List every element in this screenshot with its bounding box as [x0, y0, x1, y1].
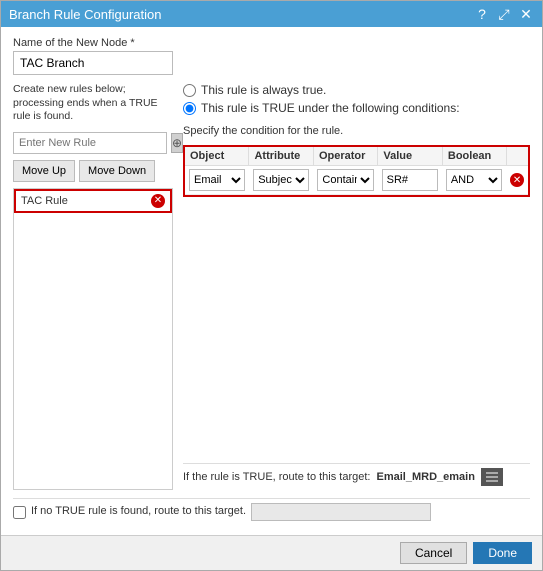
title-bar-icons: ? ⤢ ✕	[474, 6, 534, 22]
route-value: Email_MRD_emain	[377, 471, 475, 483]
dialog-body: Name of the New Node * Create new rules …	[1, 27, 542, 535]
dialog-footer: Cancel Done	[1, 535, 542, 570]
rules-section-label: Create new rules below; processing ends …	[13, 83, 173, 124]
attribute-select[interactable]: Subject	[253, 169, 309, 191]
dialog-title: Branch Rule Configuration	[9, 7, 161, 22]
boolean-select[interactable]: AND	[446, 169, 502, 191]
done-button[interactable]: Done	[473, 542, 532, 564]
object-select[interactable]: Email	[189, 169, 245, 191]
no-true-row: If no TRUE rule is found, route to this …	[13, 498, 530, 525]
radio-always-true: This rule is always true.	[183, 83, 530, 97]
col-operator: Operator	[314, 147, 378, 165]
route-label: If the rule is TRUE, route to this targe…	[183, 471, 371, 483]
table-header: Object Attribute Operator Value Boolean	[185, 147, 528, 166]
cell-value	[378, 166, 442, 194]
new-rule-input[interactable]	[13, 132, 167, 154]
col-value: Value	[378, 147, 442, 165]
cell-operator: Contains	[313, 166, 377, 194]
cell-object: Email	[185, 166, 249, 194]
value-input[interactable]	[382, 169, 438, 191]
condition-label: Specify the condition for the rule.	[183, 125, 530, 137]
expand-icon[interactable]: ⤢	[496, 6, 512, 22]
row-delete-button[interactable]: ✕	[510, 173, 524, 187]
conditions-table: Object Attribute Operator Value Boolean …	[183, 145, 530, 197]
node-name-label: Name of the New Node *	[13, 37, 530, 49]
no-true-checkbox[interactable]	[13, 506, 26, 519]
spacer	[183, 203, 530, 453]
no-true-label: If no TRUE rule is found, route to this …	[31, 505, 246, 517]
cell-attribute: Subject	[249, 166, 313, 194]
title-bar: Branch Rule Configuration ? ⤢ ✕	[1, 1, 542, 27]
radio-section: This rule is always true. This rule is T…	[183, 83, 530, 115]
route-row: If the rule is TRUE, route to this targe…	[183, 463, 530, 490]
route-icon-button[interactable]	[481, 468, 503, 486]
node-name-section: Name of the New Node *	[13, 37, 530, 75]
col-attribute: Attribute	[249, 147, 313, 165]
route-svg-icon	[486, 472, 498, 482]
cell-boolean: AND	[442, 166, 506, 194]
main-content: Create new rules below; processing ends …	[13, 83, 530, 490]
move-up-button[interactable]: Move Up	[13, 160, 75, 182]
col-object: Object	[185, 147, 249, 165]
node-name-input[interactable]	[13, 51, 173, 75]
add-rule-button[interactable]: ⊕	[171, 133, 183, 153]
cell-delete: ✕	[506, 170, 528, 190]
right-panel: This rule is always true. This rule is T…	[183, 83, 530, 490]
radio-always-true-label: This rule is always true.	[201, 83, 326, 97]
help-icon[interactable]: ?	[474, 6, 490, 22]
radio-conditions-label: This rule is TRUE under the following co…	[201, 101, 460, 115]
no-true-input[interactable]	[251, 503, 431, 521]
col-actions	[507, 147, 528, 165]
radio-always-true-input[interactable]	[183, 84, 196, 97]
cancel-button[interactable]: Cancel	[400, 542, 467, 564]
move-buttons: Move Up Move Down	[13, 160, 173, 182]
rule-list: TAC Rule ✕	[13, 188, 173, 490]
col-boolean: Boolean	[443, 147, 507, 165]
left-panel: Create new rules below; processing ends …	[13, 83, 173, 490]
rule-item[interactable]: TAC Rule ✕	[14, 189, 172, 213]
branch-rule-dialog: Branch Rule Configuration ? ⤢ ✕ Name of …	[0, 0, 543, 571]
table-row: Email Subject Contains	[185, 166, 528, 195]
rule-item-clear-button[interactable]: ✕	[151, 194, 165, 208]
operator-select[interactable]: Contains	[317, 169, 373, 191]
radio-conditions-input[interactable]	[183, 102, 196, 115]
radio-conditions: This rule is TRUE under the following co…	[183, 101, 530, 115]
close-icon[interactable]: ✕	[518, 6, 534, 22]
new-rule-row: ⊕	[13, 132, 173, 154]
move-down-button[interactable]: Move Down	[79, 160, 155, 182]
rule-item-label: TAC Rule	[21, 195, 147, 207]
